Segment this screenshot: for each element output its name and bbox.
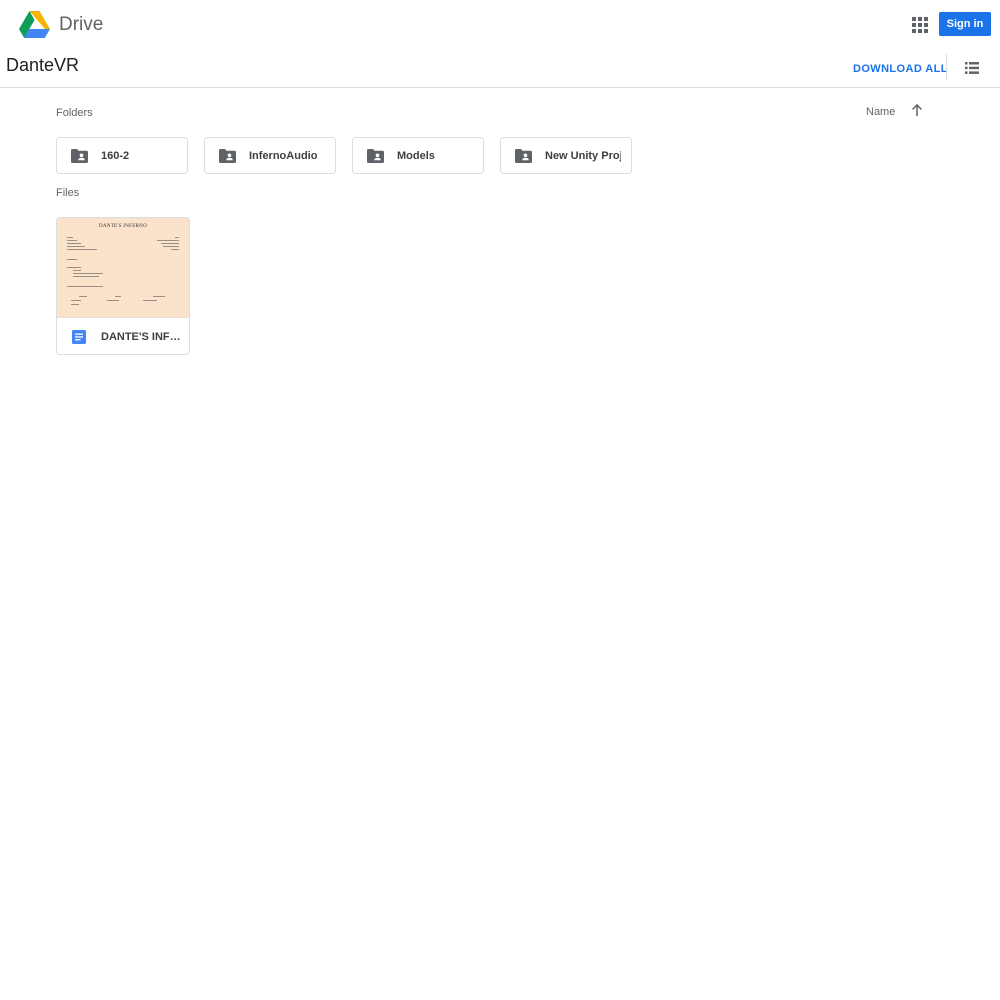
download-all-button[interactable]: DOWNLOAD ALL (853, 63, 948, 75)
folder-card[interactable]: InfernoAudio (204, 137, 336, 174)
folder-card[interactable]: New Unity Proj... (500, 137, 632, 174)
file-name: DANTE'S INFERNO (101, 331, 181, 343)
shared-folder-icon (71, 149, 88, 163)
shared-folder-icon (219, 149, 236, 163)
file-card[interactable]: DANTE'S INFERNO DANTE'S INFERNO (56, 217, 190, 355)
google-doc-icon (72, 330, 86, 344)
folder-name: New Unity Proj... (545, 150, 621, 162)
top-bar: Drive Sign in (0, 0, 1000, 50)
thumbnail-title: DANTE'S INFERNO (98, 224, 148, 229)
folder-name: 160-2 (101, 150, 130, 162)
page-title: DanteVR (6, 55, 80, 75)
sign-in-button[interactable]: Sign in (939, 12, 991, 36)
folder-card[interactable]: 160-2 (56, 137, 188, 174)
list-view-icon[interactable] (965, 62, 979, 74)
folders-section-label: Folders (56, 107, 93, 119)
apps-grid-icon[interactable] (911, 16, 929, 34)
toolbar-divider (946, 54, 947, 80)
files-section-label: Files (56, 187, 80, 199)
folder-name: InfernoAudio (249, 150, 318, 162)
folder-card[interactable]: Models (352, 137, 484, 174)
brand-name[interactable]: Drive (59, 14, 103, 36)
folder-title-bar: DanteVR DOWNLOAD ALL (0, 50, 1000, 88)
sort-ascending-arrow-icon[interactable] (911, 104, 923, 117)
shared-folder-icon (367, 149, 384, 163)
sort-by-name-button[interactable]: Name (866, 106, 895, 118)
document-thumbnail: DANTE'S INFERNO (57, 218, 189, 318)
shared-folder-icon (515, 149, 532, 163)
folder-name: Models (397, 150, 435, 162)
google-drive-logo-icon[interactable] (19, 11, 50, 39)
